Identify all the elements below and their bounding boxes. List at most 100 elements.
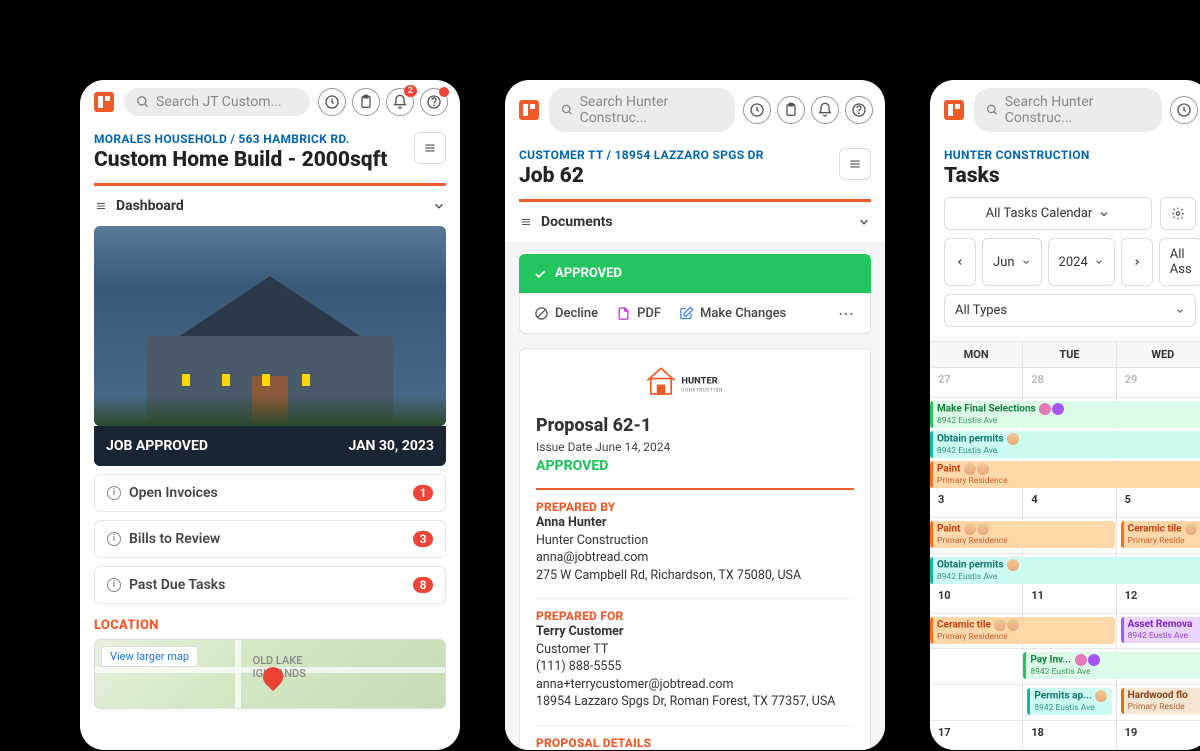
day-number[interactable]: 3 <box>934 491 1018 508</box>
section-label: Documents <box>541 214 613 230</box>
prepared-by-heading: PREPARED BY <box>536 488 854 514</box>
event-paint[interactable]: Paint Primary Residence <box>930 521 1115 548</box>
calendar-mode-select[interactable]: All Tasks Calendar <box>944 197 1152 230</box>
event-ceramic-tile[interactable]: Ceramic tile Primary Residence <box>930 617 1115 644</box>
pdf-button[interactable]: PDF <box>616 306 661 321</box>
event-asset-removal[interactable]: Asset Remova8942 Eustis Ave <box>1121 617 1200 643</box>
event-make-final[interactable]: Make Final Selections 8942 Eustis Ave <box>930 401 1200 428</box>
search-input[interactable]: Search JT Custom... <box>124 88 310 116</box>
section-toggle[interactable]: Documents <box>505 202 885 242</box>
for-email: anna+terrycustomer@jobtread.com <box>536 676 854 694</box>
approval-status: APPROVED <box>536 458 854 474</box>
proposal-details-heading: PROPOSAL DETAILS <box>536 725 854 750</box>
day-number[interactable]: 27 <box>934 371 1018 388</box>
job-status-bar: JOB APPROVED JAN 30, 2023 <box>94 426 446 466</box>
help-icon[interactable] <box>420 88 448 116</box>
day-number[interactable]: 17 <box>934 724 1018 741</box>
app-logo-icon <box>517 98 541 122</box>
clock-icon[interactable] <box>318 88 346 116</box>
help-badge-icon <box>439 87 449 97</box>
clock-icon[interactable] <box>743 96 771 124</box>
svg-text:CONSTRUCTION: CONSTRUCTION <box>681 389 723 394</box>
for-company: Customer TT <box>536 641 854 659</box>
proposal-title: Proposal 62-1 <box>536 415 854 436</box>
company-logo-icon: HUNTERCONSTRUCTION <box>536 365 854 403</box>
clipboard-icon[interactable] <box>777 96 805 124</box>
calendar: MON TUE WED 27 28 29 Make Final Selections… <box>930 341 1200 750</box>
day-number[interactable]: 10 <box>934 587 1018 604</box>
info-icon: i <box>107 532 121 546</box>
list-item-bills[interactable]: i Bills to Review 3 <box>94 520 446 558</box>
event-paint[interactable]: Paint Primary Residence <box>930 461 1200 488</box>
job-status-date: JAN 30, 2023 <box>348 438 434 454</box>
search-input[interactable]: Search Hunter Construc... <box>549 88 735 132</box>
list-item-label: Open Invoices <box>129 485 218 501</box>
day-number[interactable]: 5 <box>1121 491 1200 508</box>
event-pay-invoice[interactable]: Pay Inv... 8942 Eustis Ave <box>1023 652 1200 679</box>
app-logo-icon <box>942 98 966 122</box>
year-select[interactable]: 2024 <box>1048 238 1115 286</box>
help-icon[interactable] <box>845 96 873 124</box>
list-item-invoices[interactable]: i Open Invoices 1 <box>94 474 446 512</box>
decline-button[interactable]: Decline <box>534 306 598 321</box>
view-larger-map-button[interactable]: View larger map <box>101 646 198 667</box>
day-number[interactable]: 19 <box>1121 724 1200 741</box>
event-ceramic-tile[interactable]: Ceramic tile Primary Reside <box>1121 521 1200 548</box>
month-select[interactable]: Jun <box>982 238 1042 286</box>
issue-date: Issue Date June 14, 2024 <box>536 440 854 454</box>
day-number[interactable]: 18 <box>1027 724 1111 741</box>
section-label: Dashboard <box>116 198 184 214</box>
day-header: TUE <box>1023 342 1116 367</box>
search-input[interactable]: Search Hunter Construc... <box>974 88 1162 132</box>
next-button[interactable] <box>1121 238 1153 286</box>
assignees-select[interactable]: All Ass <box>1159 238 1200 286</box>
event-hardwood[interactable]: Hardwood floPrimary Reside <box>1121 688 1200 714</box>
prepared-for-heading: PREPARED FOR <box>536 598 854 623</box>
search-placeholder: Search Hunter Construc... <box>1005 94 1150 126</box>
event-obtain-permits[interactable]: Obtain permits 8942 Eustis Ave <box>930 557 1200 584</box>
calendar-header: MON TUE WED <box>930 341 1200 368</box>
day-number[interactable]: 28 <box>1027 371 1111 388</box>
page-title: Custom Home Build - 2000sqft <box>94 148 406 173</box>
menu-button[interactable] <box>414 132 446 164</box>
count-badge: 3 <box>413 531 433 547</box>
app-logo-icon <box>92 90 116 114</box>
prev-button[interactable] <box>944 238 976 286</box>
menu-button[interactable] <box>839 148 871 180</box>
page-title: Tasks <box>944 164 1196 189</box>
by-name: Anna Hunter <box>536 514 854 532</box>
topbar: Search Hunter Construc... <box>930 80 1200 140</box>
breadcrumb[interactable]: MORALES HOUSEHOLD / 563 HAMBRICK RD. <box>94 132 406 146</box>
breadcrumb[interactable]: HUNTER CONSTRUCTION <box>944 148 1196 162</box>
bell-icon[interactable] <box>811 96 839 124</box>
more-button[interactable]: ⋯ <box>838 304 856 323</box>
chevron-right-icon <box>1132 257 1142 267</box>
info-icon: i <box>107 578 121 592</box>
clipboard-icon[interactable] <box>352 88 380 116</box>
page-title: Job 62 <box>519 164 831 189</box>
for-phone: (111) 888-5555 <box>536 658 854 676</box>
list-item-label: Bills to Review <box>129 531 220 547</box>
event-obtain-permits[interactable]: Obtain permits 8942 Eustis Ave <box>930 431 1200 458</box>
info-icon: i <box>107 486 121 500</box>
settings-button[interactable] <box>1160 197 1196 230</box>
breadcrumb[interactable]: CUSTOMER TT / 18954 LAZZARO SPGS DR <box>519 148 831 162</box>
topbar: Search Hunter Construc... <box>505 80 885 140</box>
day-header: WED <box>1117 342 1200 367</box>
make-changes-button[interactable]: Make Changes <box>679 306 786 321</box>
clock-icon[interactable] <box>1170 96 1198 124</box>
by-company: Hunter Construction <box>536 532 854 550</box>
document: HUNTERCONSTRUCTION Proposal 62-1 Issue D… <box>519 348 871 750</box>
notification-badge: 2 <box>404 85 417 97</box>
bell-icon[interactable]: 2 <box>386 88 414 116</box>
day-number[interactable]: 11 <box>1027 587 1111 604</box>
map[interactable]: OLD LAKEIGHLANDS View larger map <box>94 639 446 709</box>
day-number[interactable]: 12 <box>1121 587 1200 604</box>
event-permits-approved[interactable]: Permits ap... 8942 Eustis Ave <box>1027 688 1111 715</box>
section-toggle[interactable]: Dashboard <box>80 186 460 226</box>
gear-icon <box>1171 206 1185 221</box>
day-number[interactable]: 4 <box>1027 491 1111 508</box>
day-number[interactable]: 29 <box>1121 371 1200 388</box>
types-select[interactable]: All Types <box>944 294 1196 327</box>
list-item-tasks[interactable]: i Past Due Tasks 8 <box>94 566 446 604</box>
